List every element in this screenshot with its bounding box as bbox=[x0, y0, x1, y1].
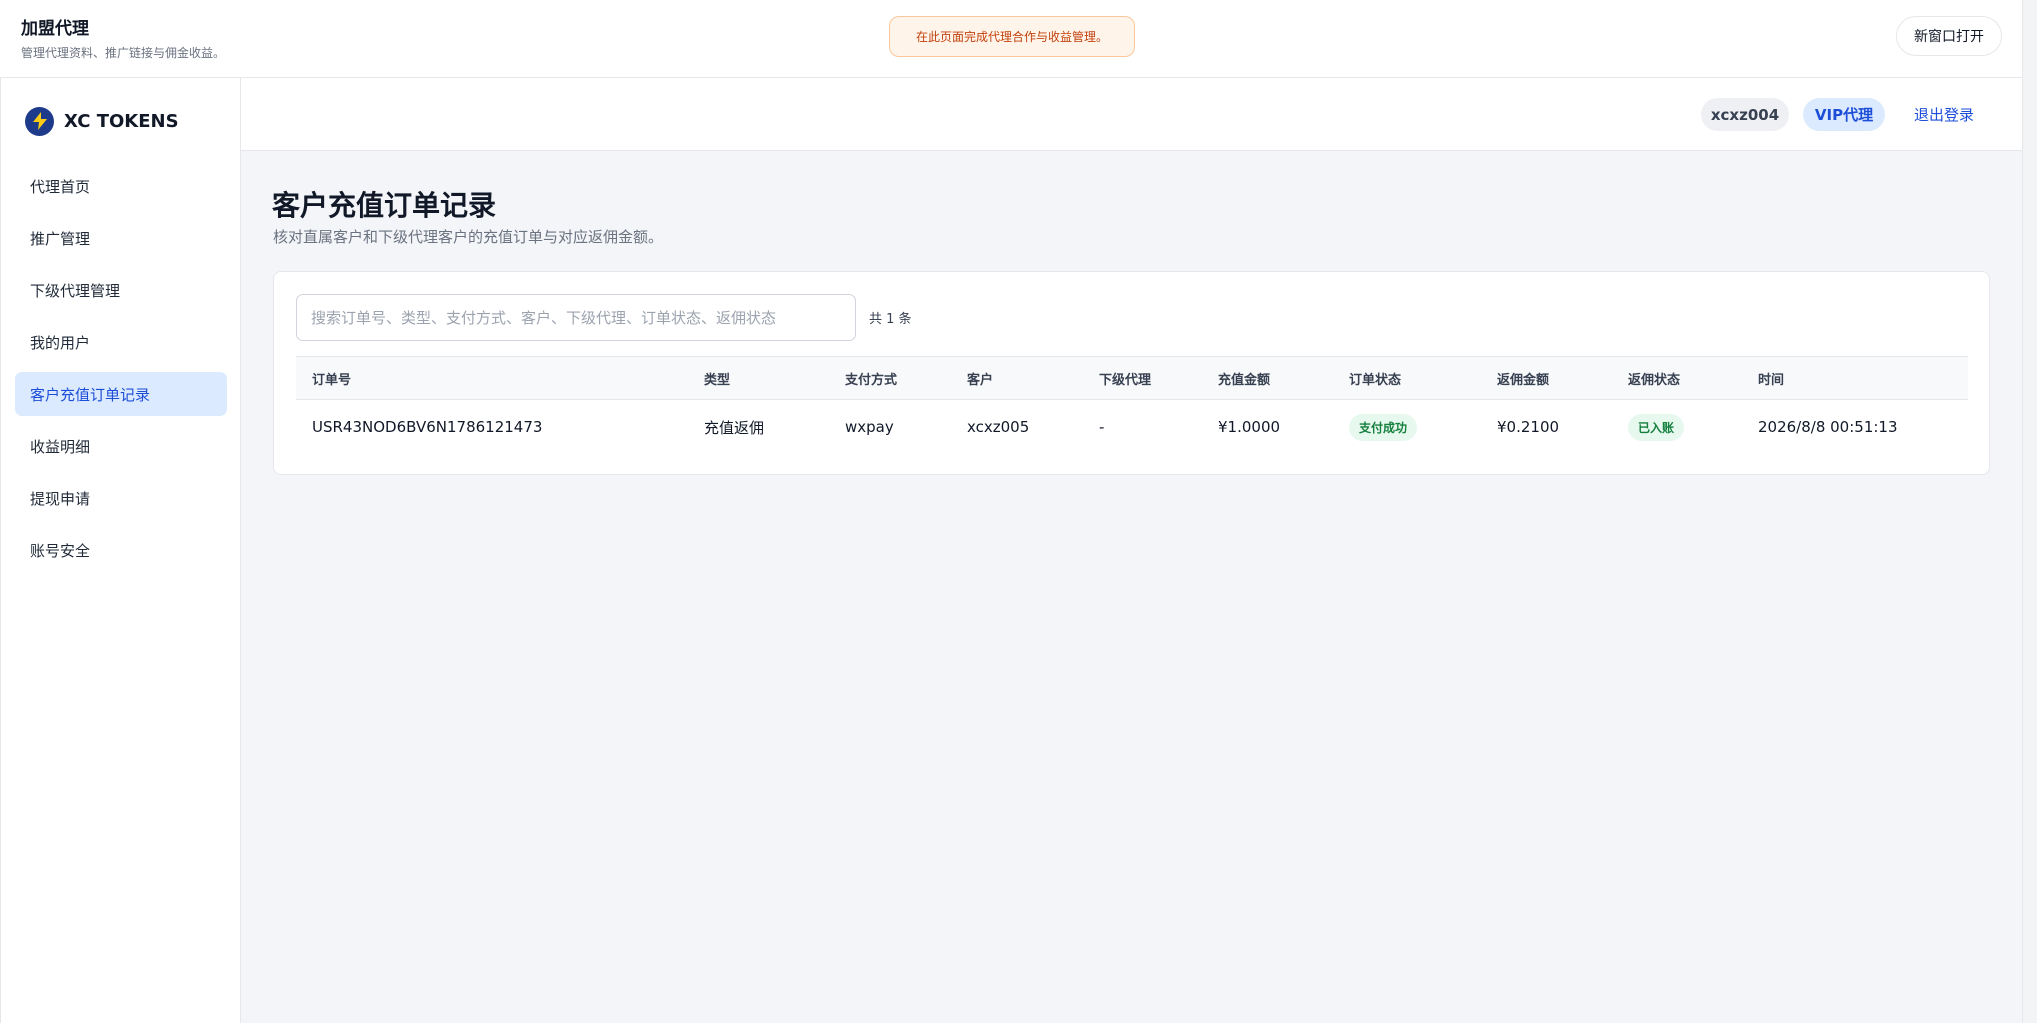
sidebar-item-earnings[interactable]: 收益明细 bbox=[15, 424, 227, 468]
app-title: 加盟代理 bbox=[21, 19, 89, 39]
cell-type: 充值返佣 bbox=[704, 418, 765, 437]
column-header-payment: 支付方式 bbox=[829, 356, 951, 400]
order-status-badge: 支付成功 bbox=[1349, 413, 1418, 441]
page-title: 客户充值订单记录 bbox=[272, 189, 497, 222]
column-header-order-no: 订单号 bbox=[296, 356, 688, 400]
top-bar: 加盟代理 管理代理资料、推广链接与佣金收益。 在此页面完成代理合作与收益管理。 … bbox=[0, 0, 2037, 78]
notice-banner: 在此页面完成代理合作与收益管理。 bbox=[889, 16, 1135, 57]
cell-sub-agent: - bbox=[1099, 418, 1105, 437]
column-header-customer: 客户 bbox=[951, 356, 1083, 400]
window-scrollbar[interactable] bbox=[2022, 0, 2037, 1023]
agent-level-badge: VIP代理 bbox=[1803, 98, 1885, 131]
cell-customer: xcxz005 bbox=[967, 418, 1030, 437]
result-count: 共 1 条 bbox=[869, 312, 912, 327]
sidebar-item-security[interactable]: 账号安全 bbox=[15, 528, 227, 572]
sidebar-item-sub-agents[interactable]: 下级代理管理 bbox=[15, 268, 227, 312]
table-header-row: 订单号 类型 支付方式 客户 下级代理 充值金额 订单状态 返佣金额 返佣状态 … bbox=[296, 356, 1968, 400]
table-row[interactable]: USR43NOD6BV6N1786121473 充值返佣 wxpay xcxz0… bbox=[296, 400, 1968, 455]
user-bar: xcxz004 VIP代理 退出登录 bbox=[241, 78, 2022, 151]
app-subtitle: 管理代理资料、推广链接与佣金收益。 bbox=[21, 46, 226, 60]
column-header-order-status: 订单状态 bbox=[1333, 356, 1481, 400]
search-input[interactable] bbox=[296, 294, 856, 341]
brand[interactable]: XC TOKENS bbox=[25, 106, 179, 136]
sidebar-nav: 代理首页 推广管理 下级代理管理 我的用户 客户充值订单记录 收益明细 提现申请… bbox=[15, 164, 227, 580]
username-badge: xcxz004 bbox=[1701, 98, 1789, 131]
column-header-sub-agent: 下级代理 bbox=[1083, 356, 1202, 400]
open-new-window-button[interactable]: 新窗口打开 bbox=[1896, 16, 2002, 56]
brand-name: XC TOKENS bbox=[64, 110, 179, 132]
cell-amount: ¥1.0000 bbox=[1218, 418, 1281, 437]
orders-table: 订单号 类型 支付方式 客户 下级代理 充值金额 订单状态 返佣金额 返佣状态 … bbox=[296, 356, 1968, 455]
page-description: 核对直属客户和下级代理客户的充值订单与对应返佣金额。 bbox=[273, 228, 664, 246]
column-header-time: 时间 bbox=[1742, 356, 1968, 400]
cell-rebate-amount: ¥0.2100 bbox=[1497, 418, 1560, 437]
column-header-rebate-status: 返佣状态 bbox=[1612, 356, 1742, 400]
cell-time: 2026/8/8 00:51:13 bbox=[1758, 418, 1898, 437]
sidebar-item-agent-home[interactable]: 代理首页 bbox=[15, 164, 227, 208]
sidebar-item-withdraw[interactable]: 提现申请 bbox=[15, 476, 227, 520]
column-header-rebate-amount: 返佣金额 bbox=[1481, 356, 1612, 400]
orders-card: 共 1 条 订单号 类型 支付方式 客户 下级代理 充值金额 订单状态 返佣金额… bbox=[273, 271, 1990, 475]
lightning-bolt-icon bbox=[25, 106, 54, 136]
logout-button[interactable]: 退出登录 bbox=[1904, 98, 1984, 131]
sidebar-item-promotion[interactable]: 推广管理 bbox=[15, 216, 227, 260]
column-header-type: 类型 bbox=[688, 356, 829, 400]
sidebar-item-my-users[interactable]: 我的用户 bbox=[15, 320, 227, 364]
sidebar-item-recharge-orders[interactable]: 客户充值订单记录 bbox=[15, 372, 227, 416]
cell-payment: wxpay bbox=[845, 418, 894, 437]
column-header-amount: 充值金额 bbox=[1202, 356, 1333, 400]
rebate-status-badge: 已入账 bbox=[1628, 413, 1685, 441]
cell-order-no: USR43NOD6BV6N1786121473 bbox=[312, 418, 543, 437]
cell-rebate-status: 已入账 bbox=[1612, 400, 1742, 455]
sidebar: XC TOKENS 代理首页 推广管理 下级代理管理 我的用户 客户充值订单记录… bbox=[0, 78, 241, 1023]
cell-order-status: 支付成功 bbox=[1333, 400, 1481, 455]
